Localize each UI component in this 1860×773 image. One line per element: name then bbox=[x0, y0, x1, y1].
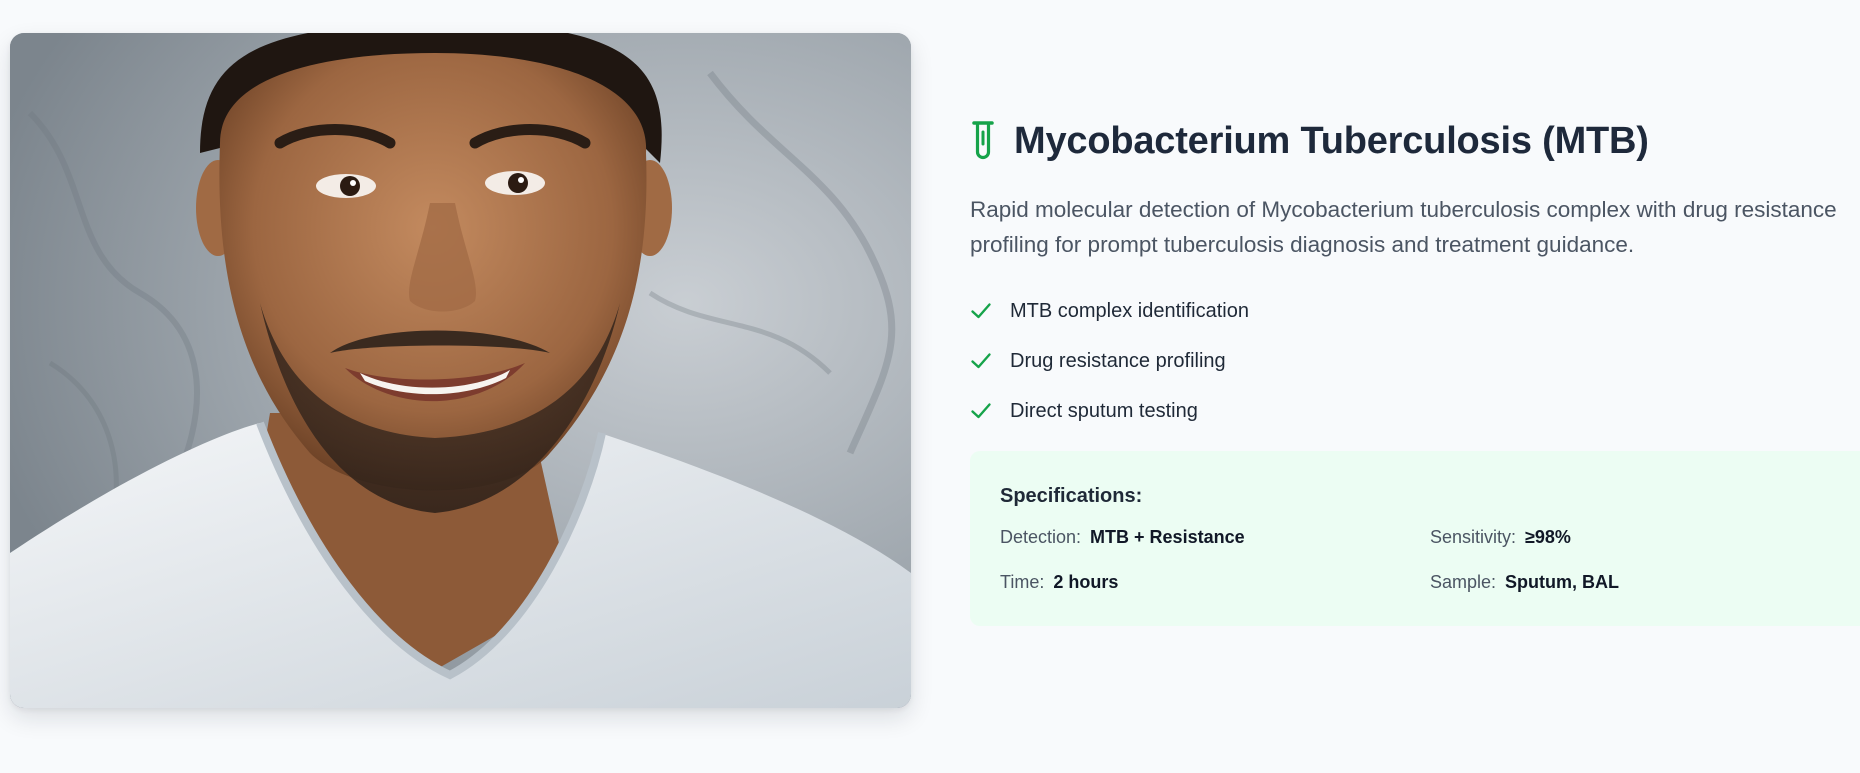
feature-label: Drug resistance profiling bbox=[1010, 349, 1226, 372]
feature-label: MTB complex identification bbox=[1010, 299, 1249, 322]
specifications-panel: Specifications: Detection: MTB + Resistan… bbox=[970, 451, 1860, 626]
spec-value: 2 hours bbox=[1053, 572, 1119, 592]
portrait-illustration bbox=[10, 33, 911, 708]
test-tube-icon bbox=[972, 121, 994, 160]
check-icon bbox=[971, 403, 991, 419]
spec-key: Time: bbox=[1000, 572, 1045, 592]
spec-detection: Detection: MTB + Resistance bbox=[1000, 527, 1245, 548]
feature-list: MTB complex identification Drug resistan… bbox=[970, 286, 1860, 436]
title-row: Mycobacterium Tuberculosis (MTB) bbox=[970, 110, 1860, 172]
page-title: Mycobacterium Tuberculosis (MTB) bbox=[1014, 119, 1649, 162]
spec-sample: Sample: Sputum, BAL bbox=[1430, 572, 1619, 593]
spec-time: Time: 2 hours bbox=[1000, 572, 1118, 593]
specifications-title: Specifications: bbox=[1000, 485, 1143, 507]
check-icon bbox=[971, 303, 991, 319]
check-icon bbox=[971, 353, 991, 369]
spec-key: Sample: bbox=[1430, 572, 1497, 592]
product-detail-section: Mycobacterium Tuberculosis (MTB) Rapid m… bbox=[0, 0, 1860, 773]
list-item: MTB complex identification bbox=[970, 286, 1860, 336]
spec-sensitivity: Sensitivity: ≥98% bbox=[1430, 527, 1571, 548]
product-photo bbox=[10, 33, 911, 708]
list-item: Direct sputum testing bbox=[970, 386, 1860, 436]
spec-key: Sensitivity: bbox=[1430, 527, 1517, 547]
product-description: Rapid molecular detection of Mycobacteri… bbox=[970, 197, 1837, 257]
spec-value: Sputum, BAL bbox=[1505, 572, 1620, 592]
spec-value: ≥98% bbox=[1525, 527, 1571, 547]
specifications-grid: Detection: MTB + Resistance Sensitivity: ≥… bbox=[1000, 527, 1860, 617]
feature-label: Direct sputum testing bbox=[1010, 399, 1198, 422]
spec-key: Detection: bbox=[1000, 527, 1082, 547]
list-item: Drug resistance profiling bbox=[970, 336, 1860, 386]
product-info: Mycobacterium Tuberculosis (MTB) Rapid m… bbox=[970, 110, 1860, 436]
spec-value: MTB + Resistance bbox=[1090, 527, 1245, 547]
